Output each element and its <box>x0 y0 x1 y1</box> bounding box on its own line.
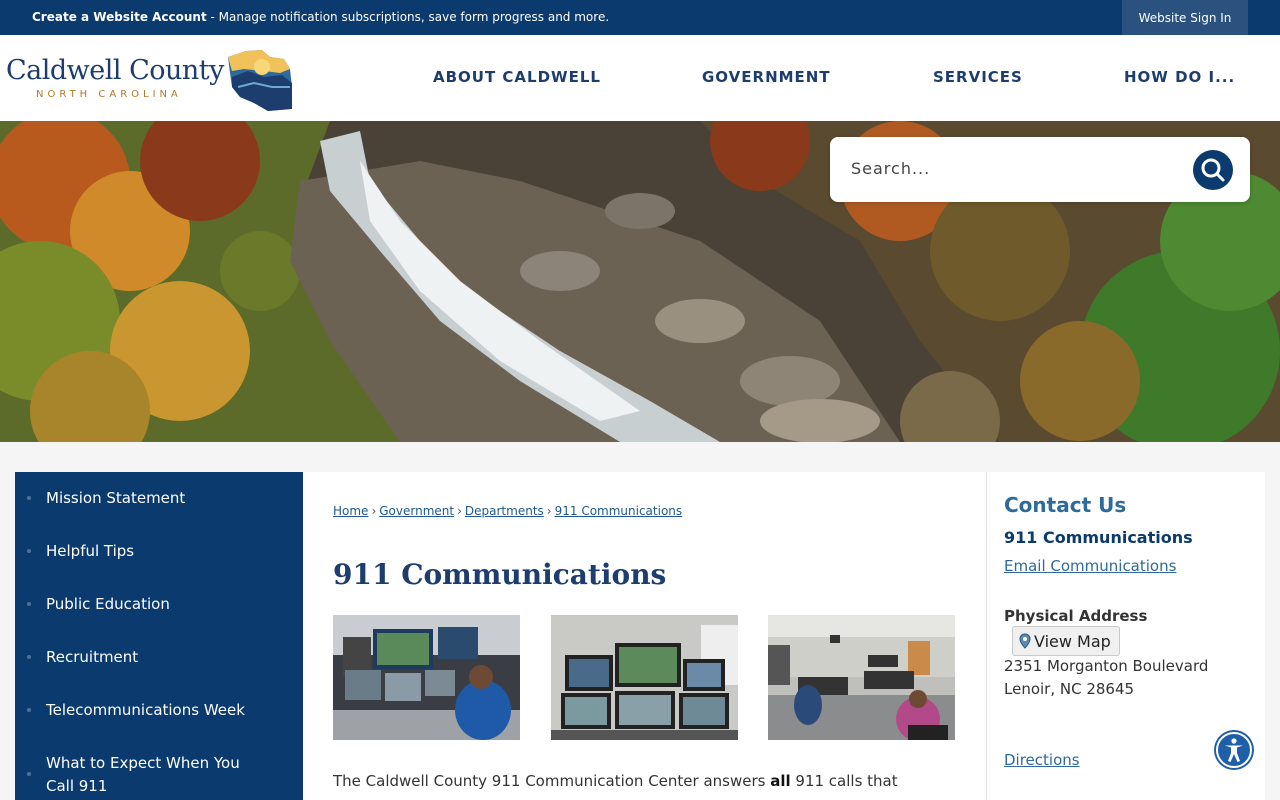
logo-subtitle: NORTH CAROLINA <box>36 89 182 100</box>
county-logo[interactable]: Caldwell County NORTH CAROLINA <box>6 47 296 113</box>
address-street: 2351 Morganton Boulevard <box>1004 657 1209 675</box>
breadcrumb-separator: › <box>457 504 462 518</box>
breadcrumb-911-communications[interactable]: 911 Communications <box>555 504 683 518</box>
utility-bar: Create a Website Account - Manage notifi… <box>0 0 1280 35</box>
view-map-label: View Map <box>1034 631 1111 651</box>
nav-services[interactable]: SERVICES <box>933 68 1023 86</box>
search-icon <box>1201 158 1225 182</box>
view-map-button[interactable]: View Map <box>1012 626 1120 656</box>
dispatch-console-photo <box>333 615 520 740</box>
site-search: Search... <box>830 137 1250 202</box>
bullet-dot <box>27 496 31 500</box>
site-header: Caldwell County NORTH CAROLINA ABOUT CAL… <box>0 35 1280 121</box>
create-account-label[interactable]: Create a Website Account <box>32 10 207 24</box>
contact-department: 911 Communications <box>1004 528 1193 547</box>
page-title: 911 Communications <box>333 558 667 591</box>
sidebar-item-public-education[interactable]: Public Education <box>46 593 170 616</box>
intro-text-end: 911 calls that <box>790 772 898 790</box>
dispatch-center-room-photo <box>768 615 955 740</box>
directions-link[interactable]: Directions <box>1004 751 1080 769</box>
county-shape-logo-icon <box>228 50 292 111</box>
intro-paragraph: The Caldwell County 911 Communication Ce… <box>333 772 898 790</box>
dispatch-monitors-photo <box>551 615 738 740</box>
breadcrumb-departments[interactable]: Departments <box>465 504 544 518</box>
email-communications-link[interactable]: Email Communications <box>1004 557 1176 575</box>
nav-about-caldwell[interactable]: ABOUT CALDWELL <box>433 68 601 86</box>
website-sign-in-button[interactable]: Website Sign In <box>1122 0 1248 35</box>
breadcrumb-government[interactable]: Government <box>379 504 454 518</box>
address-city: Lenoir, NC 28645 <box>1004 680 1135 698</box>
bullet-dot <box>27 655 31 659</box>
intro-text-bold: all <box>770 772 791 790</box>
intro-text-start: The Caldwell County 911 Communication Ce… <box>333 772 771 790</box>
sidebar-item-helpful-tips[interactable]: Helpful Tips <box>46 540 134 563</box>
breadcrumb-separator: › <box>371 504 377 518</box>
contact-heading: Contact Us <box>1004 493 1127 517</box>
breadcrumb-home[interactable]: Home <box>333 504 368 518</box>
breadcrumb: Home › Government › Departments › 911 Communic… <box>333 504 682 518</box>
search-button[interactable] <box>1193 150 1233 190</box>
section-sidebar-nav: Mission Statement Helpful Tips Public Ed… <box>15 472 303 800</box>
bullet-dot <box>27 708 31 712</box>
bullet-dot <box>27 772 31 776</box>
physical-address-label: Physical Address <box>1004 607 1148 625</box>
sidebar-item-telecommunications-week[interactable]: Telecommunications Week <box>46 699 245 722</box>
map-pin-icon <box>1019 633 1031 649</box>
main-content: Home › Government › Departments › 911 Communic… <box>303 472 986 800</box>
accessibility-icon <box>1214 730 1254 770</box>
nav-how-do-i[interactable]: HOW DO I... <box>1124 68 1235 86</box>
bullet-dot <box>27 602 31 606</box>
sidebar-item-mission-statement[interactable]: Mission Statement <box>46 487 185 510</box>
breadcrumb-separator: › <box>546 504 552 518</box>
sidebar-item-what-to-expect[interactable]: What to Expect When You Call 911 <box>46 752 240 798</box>
bullet-dot <box>27 549 31 553</box>
create-account-description: - Manage notification subscriptions, sav… <box>206 10 610 24</box>
create-account-link[interactable]: Create a Website Account - Manage notifi… <box>32 10 609 24</box>
logo-name: Caldwell County <box>6 55 224 86</box>
nav-government[interactable]: GOVERNMENT <box>702 68 831 86</box>
sidebar-item-label-line1: What to Expect When You <box>46 754 240 772</box>
sidebar-item-recruitment[interactable]: Recruitment <box>46 646 138 669</box>
search-input[interactable]: Search... <box>851 159 930 178</box>
accessibility-button[interactable] <box>1213 729 1255 771</box>
sidebar-item-label-line2: Call 911 <box>46 777 108 795</box>
